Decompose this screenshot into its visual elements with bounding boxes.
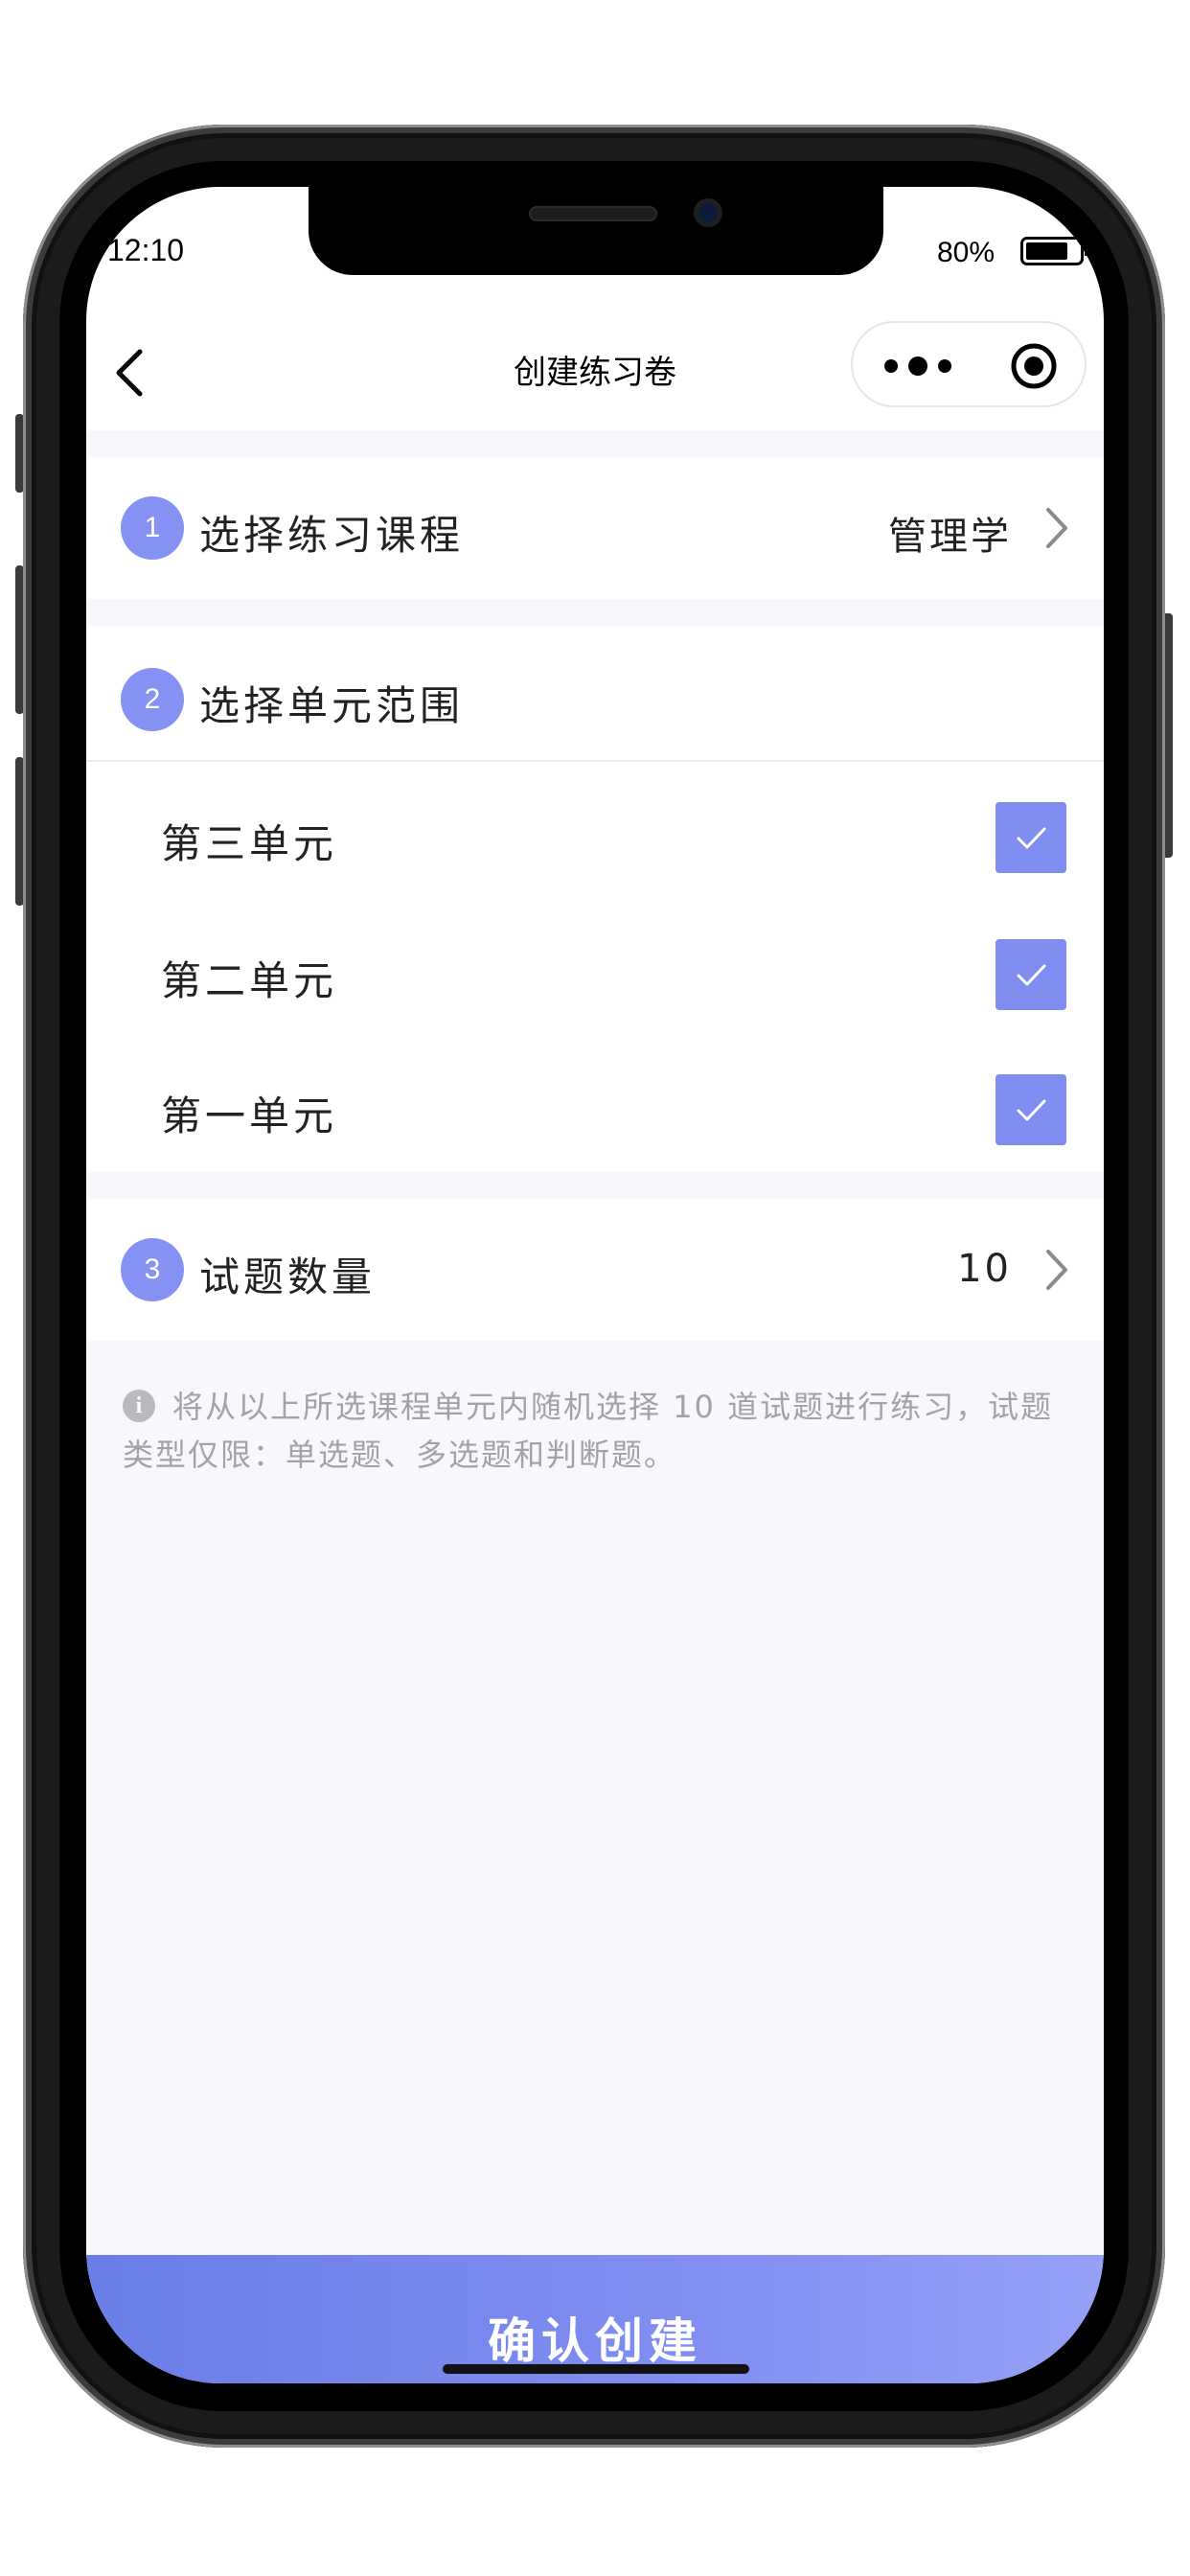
- question-count-card: 3 试题数量 10: [86, 1199, 1104, 1341]
- battery-percentage: 80%: [937, 237, 995, 268]
- question-count-row[interactable]: 3 试题数量 10: [86, 1212, 1104, 1327]
- close-mini-program-button[interactable]: [1010, 342, 1058, 390]
- question-count-label: 试题数量: [199, 1254, 377, 1300]
- speaker: [529, 206, 657, 221]
- unit-label: 第一单元: [161, 1092, 338, 1139]
- step-number-badge: 3: [121, 1238, 184, 1301]
- chevron-right-icon: [1046, 1250, 1067, 1290]
- checkmark-icon: [1017, 1099, 1046, 1121]
- more-dots-icon: [884, 356, 951, 376]
- checkmark-icon: [1017, 827, 1046, 849]
- unit-checkbox[interactable]: [995, 1074, 1066, 1145]
- chevron-right-icon: [1046, 508, 1067, 548]
- info-icon: i: [123, 1390, 155, 1422]
- status-time: 12:10: [107, 233, 185, 267]
- course-label: 选择练习课程: [199, 512, 465, 559]
- more-button[interactable]: [880, 352, 956, 380]
- notch: [309, 187, 883, 275]
- course-value: 管理学: [888, 515, 1012, 559]
- unit-range-label: 选择单元范围: [199, 682, 465, 729]
- home-indicator: [443, 2364, 749, 2374]
- mini-program-capsule: [851, 321, 1087, 407]
- tip-text-block: i 将从以上所选课程单元内随机选择 10 道试题进行练习，试题类型仅限：单选题、多…: [123, 1383, 1081, 1479]
- divider: [86, 760, 1104, 762]
- target-circle-icon: [1011, 343, 1057, 389]
- unit-checkbox[interactable]: [995, 939, 1066, 1010]
- content-area: 1 选择练习课程 管理学 2 选择单元范围 第三单元 第二单元 第一单元 3 试…: [86, 430, 1104, 2255]
- unit-label: 第三单元: [161, 820, 338, 867]
- unit-row[interactable]: 第一单元: [86, 1044, 1104, 1172]
- unit-row[interactable]: 第二单元: [86, 907, 1104, 1041]
- step-number-badge: 1: [121, 496, 184, 560]
- battery-cap: [1085, 246, 1089, 256]
- unit-range-header: 2 选择单元范围: [86, 645, 1104, 760]
- tip-text: 将从以上所选课程单元内随机选择 10 道试题进行练习，试题类型仅限：单选题、多选…: [123, 1389, 1054, 1473]
- battery-level: [1026, 242, 1068, 260]
- unit-range-card: 2 选择单元范围 第三单元 第二单元 第一单元: [86, 626, 1104, 1172]
- unit-checkbox[interactable]: [995, 802, 1066, 873]
- battery-icon: [1020, 237, 1089, 265]
- unit-label: 第二单元: [161, 957, 338, 1004]
- checkmark-icon: [1017, 964, 1046, 986]
- question-count-value: 10: [957, 1247, 1012, 1291]
- course-row[interactable]: 1 选择练习课程 管理学: [86, 471, 1104, 586]
- course-card: 1 选择练习课程 管理学: [86, 457, 1104, 599]
- front-camera: [694, 198, 722, 227]
- device-frame: 12:10 80% 创建练习卷 1 选择练习课程 管理学 2 选择单元范围 第三…: [0, 0, 1190, 2576]
- step-number-badge: 2: [121, 668, 184, 731]
- unit-row[interactable]: 第三单元: [86, 770, 1104, 904]
- screen: 12:10 80% 创建练习卷 1 选择练习课程 管理学 2 选择单元范围 第三…: [86, 187, 1104, 2383]
